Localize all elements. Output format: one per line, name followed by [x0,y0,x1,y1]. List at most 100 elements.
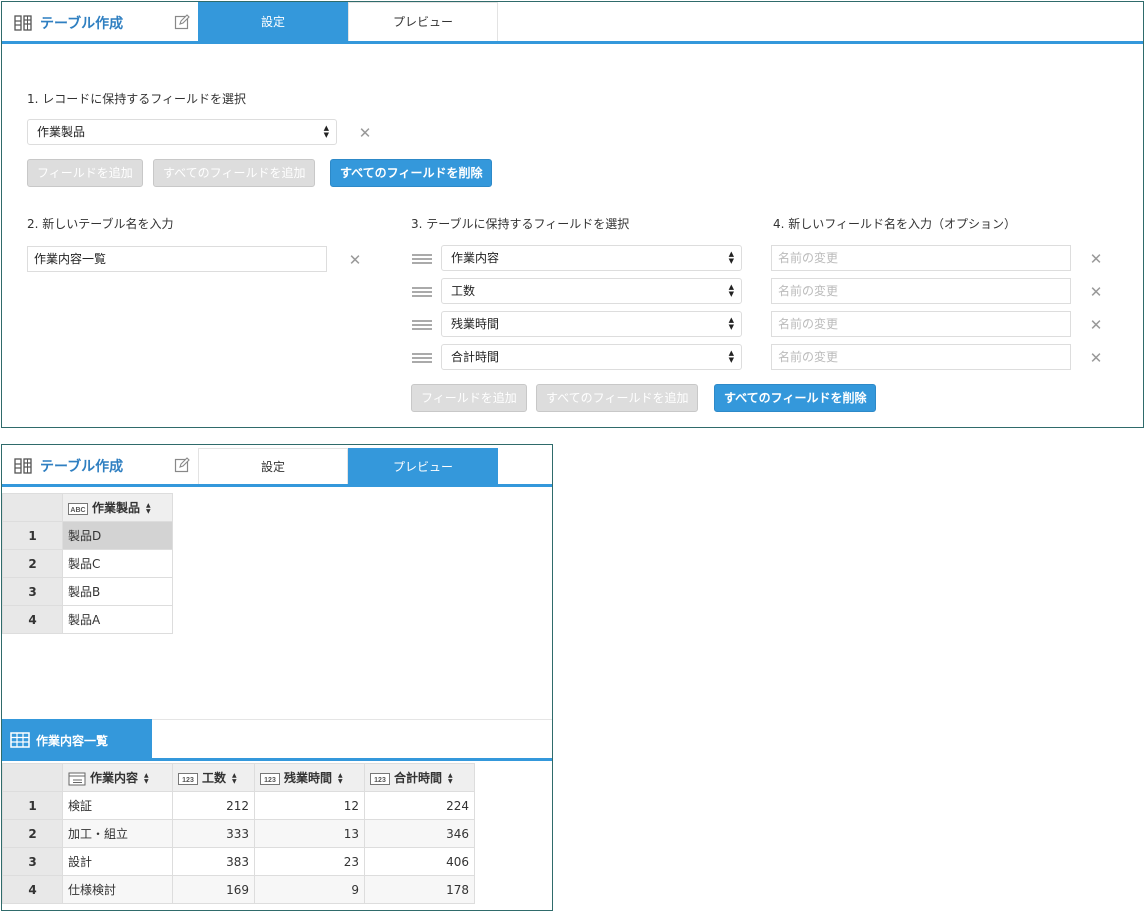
table-cell[interactable]: 383 [172,847,255,876]
tab-settings[interactable]: 設定 [198,448,348,484]
remove-table-field-close-icon[interactable]: ✕ [1089,285,1103,300]
new-table-name-input[interactable]: 作業内容一覧 [27,246,327,272]
step1-label: 1. レコードに保持するフィールドを選択 [27,92,247,106]
step1-remove-all-fields-button[interactable]: すべてのフィールドを削除 [330,159,493,187]
remove-table-field-close-icon[interactable]: ✕ [1089,351,1103,366]
tab-preview[interactable]: プレビュー [348,448,498,484]
table-cell[interactable]: 加工・組立 [62,819,173,848]
record-column-label: 作業製品 [92,501,141,515]
table-cell[interactable]: 設計 [62,847,173,876]
table-cell[interactable]: 9 [254,875,365,904]
column-label: 工数 [202,771,227,785]
table-cell[interactable]: 224 [364,791,475,820]
row-number: 3 [2,847,63,876]
step3-add-all-fields-button[interactable]: すべてのフィールドを追加 [536,384,699,412]
preview-panel: テーブル作成 設定 プレビュー ABC 作業製品 ▲▼ 1 製品D 2 製品C [1,444,553,911]
step1-add-field-button[interactable]: フィールドを追加 [27,159,143,187]
column-header[interactable]: 123 工数 ▲ ▼ [172,763,255,792]
rename-field-input-3[interactable]: 名前の変更 [771,311,1071,337]
rename-field-input-1[interactable]: 名前の変更 [771,245,1071,271]
new-table-preview: 作業内容 ▲ ▼ 123 工数 ▲ ▼ 123 残業時間 ▲ ▼ 123 合計時間 ▲ ▼ [2,763,475,904]
table-row: 1 製品D [2,521,173,550]
edit-icon[interactable] [174,14,190,30]
number-type-icon: 123 [178,772,198,785]
table-cell[interactable]: 23 [254,847,365,876]
drag-handle-icon[interactable] [412,254,432,264]
select-arrows-icon: ▲ ▼ [728,250,734,265]
table-field-select-3[interactable]: 残業時間 ▲ ▼ [441,311,742,337]
row-number: 3 [2,577,63,606]
column-header[interactable]: 123 残業時間 ▲ ▼ [254,763,365,792]
drag-handle-icon[interactable] [412,353,432,363]
table-cell[interactable]: 製品D [62,521,173,550]
row-number: 4 [2,605,63,634]
step3-add-field-button[interactable]: フィールドを追加 [411,384,527,412]
app-title: テーブル作成 [40,16,124,32]
app-title: テーブル作成 [40,459,124,475]
new-table-tab[interactable]: 作業内容一覧 [2,719,152,761]
corner-cell [2,493,63,522]
table-cell[interactable]: 製品A [62,605,173,634]
table-cell[interactable]: 212 [172,791,255,820]
sort-icon[interactable]: ▲ ▼ [232,772,237,785]
remove-table-field-close-icon[interactable]: ✕ [1089,252,1103,267]
table-row: 1 検証 212 12 224 [2,791,475,820]
table-cell[interactable]: 検証 [62,791,173,820]
table-field-select-4[interactable]: 合計時間 ▲ ▼ [441,344,742,370]
rename-field-input-4[interactable]: 名前の変更 [771,344,1071,370]
number-type-label: 123 [182,777,194,784]
number-type-icon: 123 [260,772,280,785]
rename-field-input-2[interactable]: 名前の変更 [771,278,1071,304]
tab-preview[interactable]: プレビュー [348,2,498,41]
table-cell[interactable]: 169 [172,875,255,904]
step3-remove-all-fields-button[interactable]: すべてのフィールドを削除 [714,384,877,412]
table-icon [10,732,30,748]
select-arrows-icon: ▲ ▼ [728,283,734,298]
panel-header: テーブル作成 設定 プレビュー [2,2,1143,44]
table-cell[interactable]: 製品C [62,549,173,578]
field-list-icon [68,772,86,785]
table-cell[interactable]: 13 [254,819,365,848]
remove-record-field-close-icon[interactable]: ✕ [358,126,372,141]
row-number: 2 [2,819,63,848]
table-cell[interactable]: 製品B [62,577,173,606]
column-header[interactable]: 123 合計時間 ▲ ▼ [364,763,475,792]
column-label: 合計時間 [394,771,443,785]
settings-panel: テーブル作成 設定 プレビュー 1. レコードに保持するフィールドを選択 作業製… [1,1,1144,428]
clear-table-name-close-icon[interactable]: ✕ [348,253,362,268]
remove-table-field-close-icon[interactable]: ✕ [1089,318,1103,333]
drag-handle-icon[interactable] [412,287,432,297]
column-header[interactable]: 作業内容 ▲ ▼ [62,763,173,792]
drag-handle-icon[interactable] [412,320,432,330]
record-field-select[interactable]: 作業製品 ▲ ▼ [27,119,337,145]
step4-label: 4. 新しいフィールド名を入力（オプション） [773,217,1017,231]
table-row: 4 仕様検討 169 9 178 [2,875,475,904]
sort-icon[interactable]: ▲ ▼ [144,772,149,785]
select-arrows-icon: ▲ ▼ [728,349,734,364]
row-number: 4 [2,875,63,904]
table-row: 2 加工・組立 333 13 346 [2,819,475,848]
table-cell[interactable]: 346 [364,819,475,848]
column-label: 残業時間 [284,771,333,785]
table-field-select-2[interactable]: 工数 ▲ ▼ [441,278,742,304]
table-cell[interactable]: 333 [172,819,255,848]
row-number: 1 [2,521,63,550]
table-cell[interactable]: 仕様検討 [62,875,173,904]
edit-icon[interactable] [174,457,190,473]
table-cell[interactable]: 12 [254,791,365,820]
step1-add-all-fields-button[interactable]: すべてのフィールドを追加 [153,159,316,187]
tab-settings[interactable]: 設定 [198,2,348,41]
text-type-icon: ABC [68,502,88,515]
table-field-select-1[interactable]: 作業内容 ▲ ▼ [441,245,742,271]
table-row: 3 設計 383 23 406 [2,847,475,876]
number-type-icon: 123 [370,772,390,785]
sort-icon[interactable]: ▲ ▼ [448,772,453,785]
sort-icon[interactable]: ▲ ▼ [338,772,343,785]
record-column-header[interactable]: ABC 作業製品 ▲ ▼ [62,493,173,522]
table-cell[interactable]: 406 [364,847,475,876]
sort-icon[interactable]: ▲ ▼ [146,502,151,515]
table-cell[interactable]: 178 [364,875,475,904]
step3-label: 3. テーブルに保持するフィールドを選択 [411,217,630,231]
table-builder-icon [14,15,32,31]
new-table-name: 作業内容一覧 [36,734,109,748]
